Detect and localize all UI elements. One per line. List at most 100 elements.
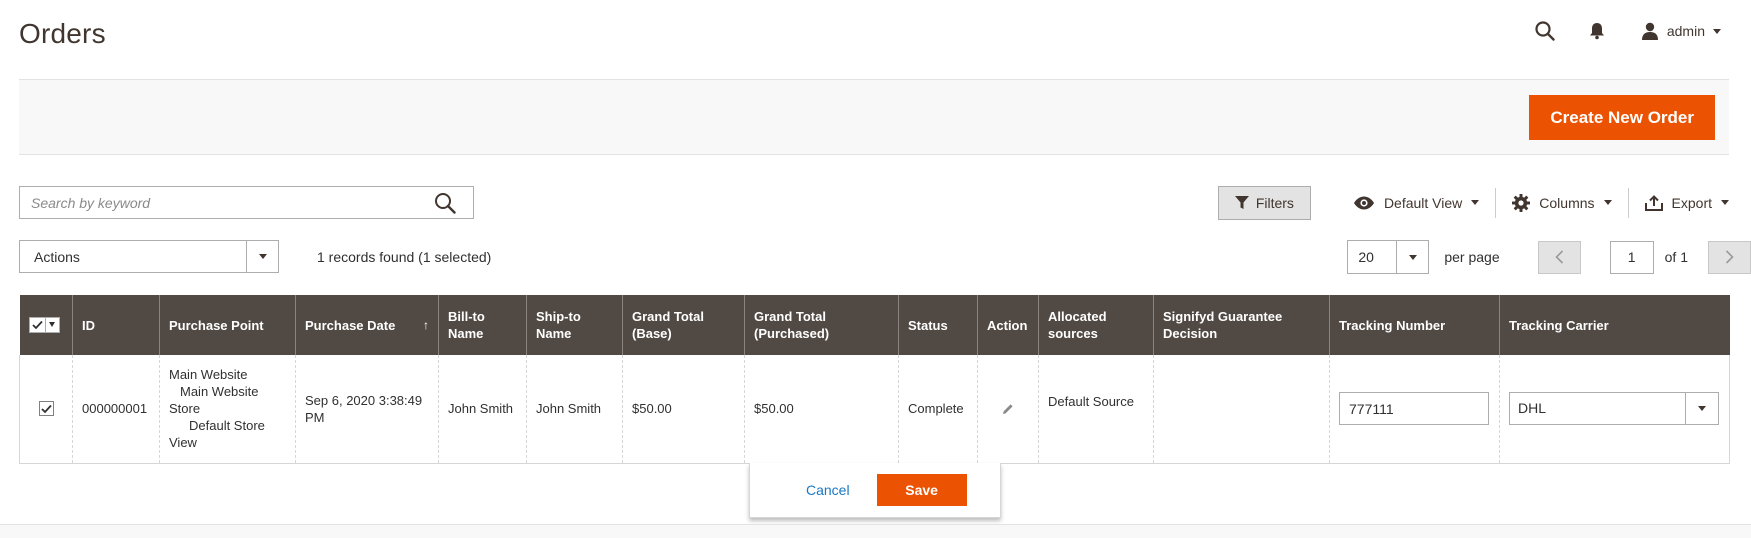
export-label: Export bbox=[1671, 194, 1712, 211]
search-icon bbox=[1535, 21, 1555, 41]
column-header-line: Signifyd Guarantee bbox=[1163, 309, 1283, 324]
export-dropdown[interactable]: Export bbox=[1629, 184, 1751, 221]
purchase-point-line: Store bbox=[169, 401, 201, 417]
chevron-left-icon bbox=[1555, 250, 1563, 264]
cancel-button[interactable]: Cancel bbox=[806, 482, 850, 498]
user-icon bbox=[1641, 22, 1658, 40]
order-id-cell: 000000001 bbox=[72, 355, 160, 464]
tracking-carrier-select[interactable]: DHL bbox=[1509, 392, 1719, 426]
per-page-select[interactable]: 20 bbox=[1347, 240, 1430, 274]
allocated-sources-cell: Default Source bbox=[1038, 355, 1154, 464]
search-input[interactable] bbox=[20, 187, 417, 218]
purchase-point-line: View bbox=[169, 435, 197, 451]
column-header-line: (Base) bbox=[632, 326, 672, 341]
tracking-number-input[interactable] bbox=[1339, 392, 1489, 426]
view-dropdown[interactable]: Default View bbox=[1337, 184, 1495, 221]
mass-select-checkbox[interactable] bbox=[28, 316, 60, 333]
page-footer-strip bbox=[0, 524, 1751, 538]
column-header-ship-to-name[interactable]: Ship-to Name bbox=[526, 295, 623, 355]
column-header-purchase-date[interactable]: Purchase Date ↑ bbox=[295, 295, 439, 355]
row-select-cell bbox=[19, 355, 73, 464]
column-header-line: Bill-to bbox=[448, 309, 485, 324]
column-header-allocated-sources[interactable]: Allocated sources bbox=[1038, 295, 1154, 355]
save-button[interactable]: Save bbox=[876, 474, 967, 506]
checkmark-icon bbox=[41, 404, 52, 414]
view-label: Default View bbox=[1383, 194, 1463, 211]
global-search-button[interactable] bbox=[1519, 0, 1571, 62]
search-submit-button[interactable] bbox=[417, 187, 473, 218]
column-header-line: Decision bbox=[1163, 326, 1218, 341]
checkmark-icon bbox=[30, 318, 45, 332]
chevron-down-icon bbox=[1408, 254, 1417, 260]
column-header-line: Ship-to bbox=[536, 309, 581, 324]
column-header-line: Grand Total bbox=[632, 309, 704, 324]
grid-header-row: ID Purchase Point Purchase Date ↑ Bill-to… bbox=[19, 295, 1730, 355]
create-new-order-button[interactable]: Create New Order bbox=[1529, 95, 1715, 140]
admin-user-menu[interactable]: admin bbox=[1623, 0, 1751, 62]
column-header-tracking-number[interactable]: Tracking Number bbox=[1329, 295, 1500, 355]
search-icon bbox=[435, 192, 456, 214]
select-arrow bbox=[1685, 393, 1718, 425]
column-header-line: Name bbox=[536, 326, 572, 341]
purchase-point-cell: Main Website Main Website Store Default … bbox=[159, 355, 296, 464]
filter-icon bbox=[1234, 195, 1249, 209]
bill-to-name-cell: John Smith bbox=[438, 355, 527, 464]
chevron-down-icon bbox=[1603, 200, 1612, 205]
grid-toolbar: Filters Default View Columns Export bbox=[1217, 184, 1751, 221]
columns-dropdown[interactable]: Columns bbox=[1496, 184, 1627, 221]
column-header-label: Purchase Date bbox=[305, 317, 396, 333]
mass-actions-select[interactable]: Actions bbox=[19, 240, 279, 273]
bell-icon bbox=[1589, 23, 1604, 40]
table-row[interactable]: 000000001 Main Website Main Website Stor… bbox=[19, 355, 1730, 464]
sort-arrow-icon: ↑ bbox=[423, 317, 429, 332]
purchase-date-line: Sep 6, 2020 3:38:49 bbox=[305, 392, 423, 408]
keyword-search bbox=[19, 186, 474, 219]
purchase-point-line: Default Store bbox=[189, 418, 265, 434]
column-header-grand-total-purchased[interactable]: Grand Total (Purchased) bbox=[744, 295, 899, 355]
select-arrow bbox=[1396, 241, 1429, 273]
mass-select-header bbox=[19, 295, 73, 355]
column-header-bill-to-name[interactable]: Bill-to Name bbox=[438, 295, 527, 355]
column-header-line: Name bbox=[448, 326, 484, 341]
status-cell: Complete bbox=[898, 355, 978, 464]
purchase-date-line: PM bbox=[305, 409, 325, 425]
previous-page-button[interactable] bbox=[1537, 240, 1581, 274]
column-header-status[interactable]: Status bbox=[898, 295, 978, 355]
tracking-carrier-cell: DHL bbox=[1499, 355, 1730, 464]
column-header-grand-total-base[interactable]: Grand Total (Base) bbox=[622, 295, 745, 355]
column-header-purchase-point[interactable]: Purchase Point bbox=[159, 295, 296, 355]
chevron-down-icon bbox=[1471, 200, 1480, 205]
chevron-down-icon bbox=[258, 254, 267, 259]
next-page-button[interactable] bbox=[1708, 240, 1751, 274]
column-header-action: Action bbox=[977, 295, 1039, 355]
chevron-down-icon bbox=[1721, 200, 1729, 205]
chevron-right-icon bbox=[1725, 250, 1734, 264]
purchase-point-line: Main Website bbox=[169, 367, 248, 383]
column-header-id[interactable]: ID bbox=[72, 295, 160, 355]
notifications-button[interactable] bbox=[1571, 0, 1623, 62]
action-cell bbox=[977, 355, 1039, 464]
ship-to-name-cell: John Smith bbox=[526, 355, 623, 464]
current-page-input[interactable] bbox=[1609, 240, 1654, 274]
tracking-carrier-value: DHL bbox=[1518, 400, 1547, 417]
signifyd-decision-cell bbox=[1153, 355, 1330, 464]
filters-label: Filters bbox=[1255, 194, 1294, 211]
column-header-signifyd-decision[interactable]: Signifyd Guarantee Decision bbox=[1153, 295, 1330, 355]
column-header-tracking-carrier[interactable]: Tracking Carrier bbox=[1499, 295, 1730, 355]
page-title: Orders bbox=[19, 18, 106, 49]
page-count: of 1 bbox=[1664, 249, 1688, 265]
purchase-point-line: Main Website bbox=[180, 384, 259, 400]
tracking-number-cell bbox=[1329, 355, 1500, 464]
pencil-icon[interactable] bbox=[987, 403, 1029, 415]
grand-total-purchased-cell: $50.00 bbox=[744, 355, 899, 464]
header-actions: admin bbox=[1519, 0, 1751, 62]
chevron-down-icon bbox=[44, 317, 59, 332]
columns-label: Columns bbox=[1539, 194, 1595, 211]
row-checkbox[interactable] bbox=[39, 401, 54, 417]
admin-user-name: admin bbox=[1666, 23, 1705, 39]
chevron-down-icon bbox=[1698, 406, 1706, 412]
select-arrow bbox=[246, 241, 278, 272]
purchase-date-cell: Sep 6, 2020 3:38:49 PM bbox=[295, 355, 439, 464]
filters-button[interactable]: Filters bbox=[1217, 185, 1311, 220]
column-header-line: Grand Total bbox=[754, 309, 826, 324]
